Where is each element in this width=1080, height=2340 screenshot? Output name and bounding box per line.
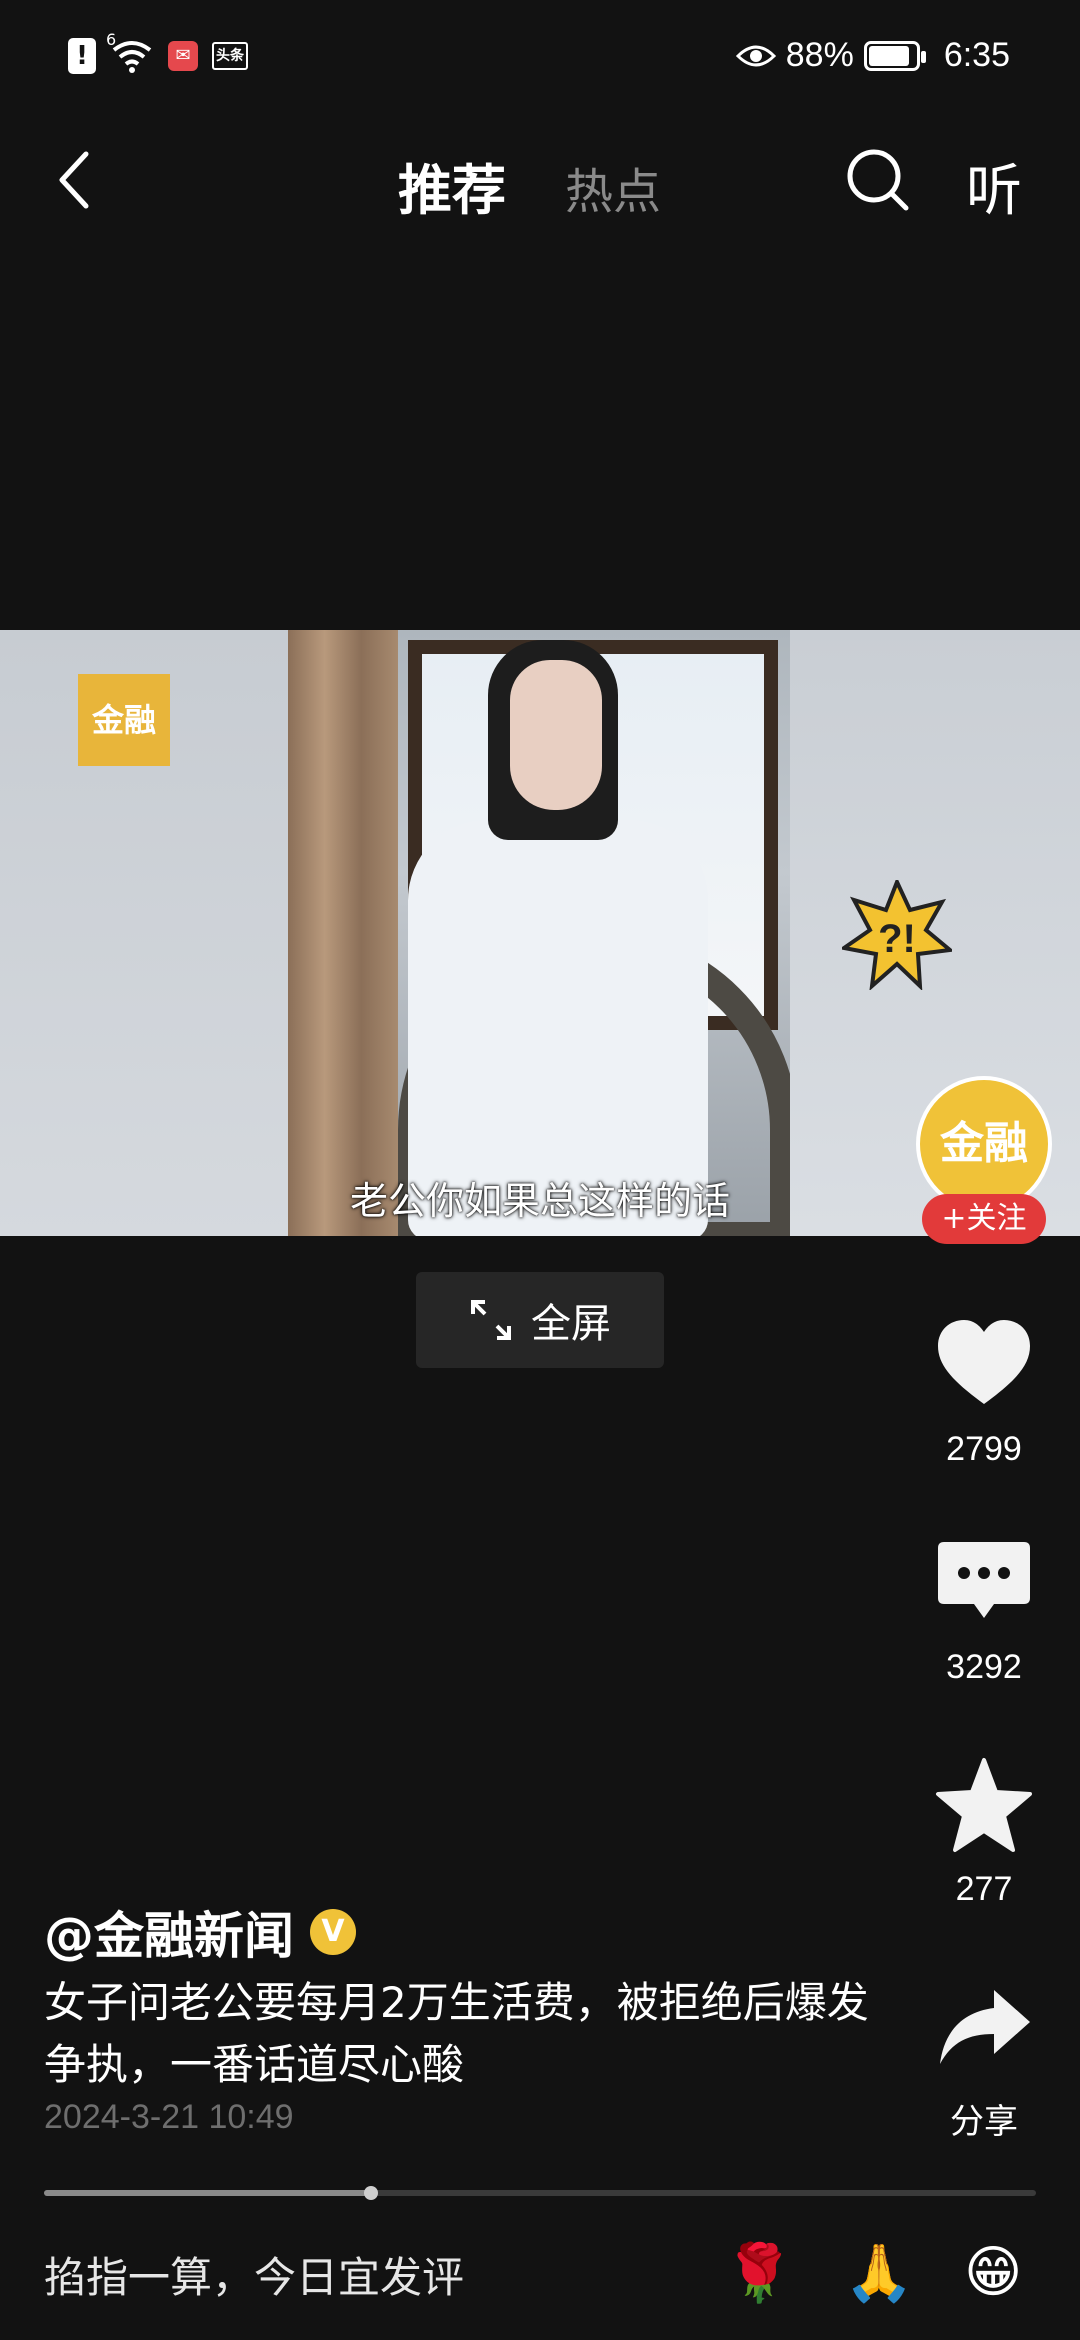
search-icon [847,149,909,211]
heart-icon [938,1320,1030,1404]
star-icon [936,1758,1032,1852]
status-icons-left: ! 6 ✉ 头条 [68,30,248,74]
alert-icon: ! [68,38,96,74]
video-subtitle: 老公你如果总这样的话 [349,1179,730,1223]
favorite-count: 277 [955,1870,1013,1908]
video-progress-bar[interactable] [44,2186,1036,2200]
wifi-icon: 6 [106,30,154,74]
rose-emoji-button[interactable]: 🌹 [724,2240,794,2306]
top-nav: 推荐 热点 听 [0,130,1080,230]
verified-badge-icon: V [310,1909,356,1955]
battery-icon [863,40,926,71]
battery-percent: 88% [785,36,854,74]
comment-icon [938,1542,1030,1618]
like-count: 2799 [946,1430,1022,1468]
post-timestamp: 2024-3-21 10:49 [44,2098,294,2136]
status-icons-right: 88% 6:35 [735,36,1010,75]
author-handle: @金融新闻 [44,1907,294,1965]
listen-button[interactable]: 听 [966,146,1022,227]
video-curtain [288,630,398,1236]
back-button[interactable] [44,148,104,212]
battery-fill [868,45,909,66]
post-description: 女子问老公要每月2万生活费，被拒绝后爆发争执，一番话道尽心酸 [44,1978,869,2089]
status-bar: ! 6 ✉ 头条 88% 6:35 [0,0,1080,120]
video-progress-fill [44,2190,372,2196]
fullscreen-button[interactable]: 全屏 [416,1272,664,1368]
share-arrow-icon [940,1990,1030,2064]
app-notification-icon: ✉ [168,41,198,71]
search-button[interactable] [842,144,914,216]
svg-text:?!: ?! [878,917,916,961]
comment-button[interactable]: 3292 [920,1534,1048,1687]
author-avatar[interactable]: 金融 [916,1076,1052,1212]
fullscreen-label: 全屏 [531,1301,611,1347]
clock: 6:35 [943,36,1010,74]
like-button[interactable]: 2799 [920,1316,1048,1469]
grin-emoji-button[interactable]: 😁 [964,2240,1022,2305]
share-label: 分享 [950,2103,1018,2141]
tab-hot[interactable]: 热点 [565,152,661,222]
pray-emoji-button[interactable]: 🙏 [844,2240,914,2306]
expand-icon [471,1300,511,1340]
share-button[interactable]: 分享 [920,1980,1048,2143]
video-person-face [510,660,602,810]
comment-bar: 掐指一算，今日宜发评 🌹 🙏 😁 [0,2216,1080,2340]
video-progress-handle[interactable] [364,2186,379,2200]
follow-button[interactable]: +关注 [922,1194,1046,1244]
toutiao-icon: 头条 [212,42,248,70]
surprise-sticker-icon: ?! [842,880,952,990]
favorite-button[interactable]: 277 [920,1756,1048,1909]
eye-icon [735,45,776,66]
comment-count: 3292 [946,1648,1022,1686]
video-frame [288,630,790,1236]
wifi-generation-label: 6 [106,30,117,49]
channel-logo: 金融 [78,674,170,766]
video-person [408,640,708,1236]
tab-recommend[interactable]: 推荐 [398,146,506,225]
author-name[interactable]: @金融新闻 V [44,1896,356,1968]
chevron-left-icon [59,151,89,209]
comment-input[interactable]: 掐指一算，今日宜发评 [44,2244,464,2305]
